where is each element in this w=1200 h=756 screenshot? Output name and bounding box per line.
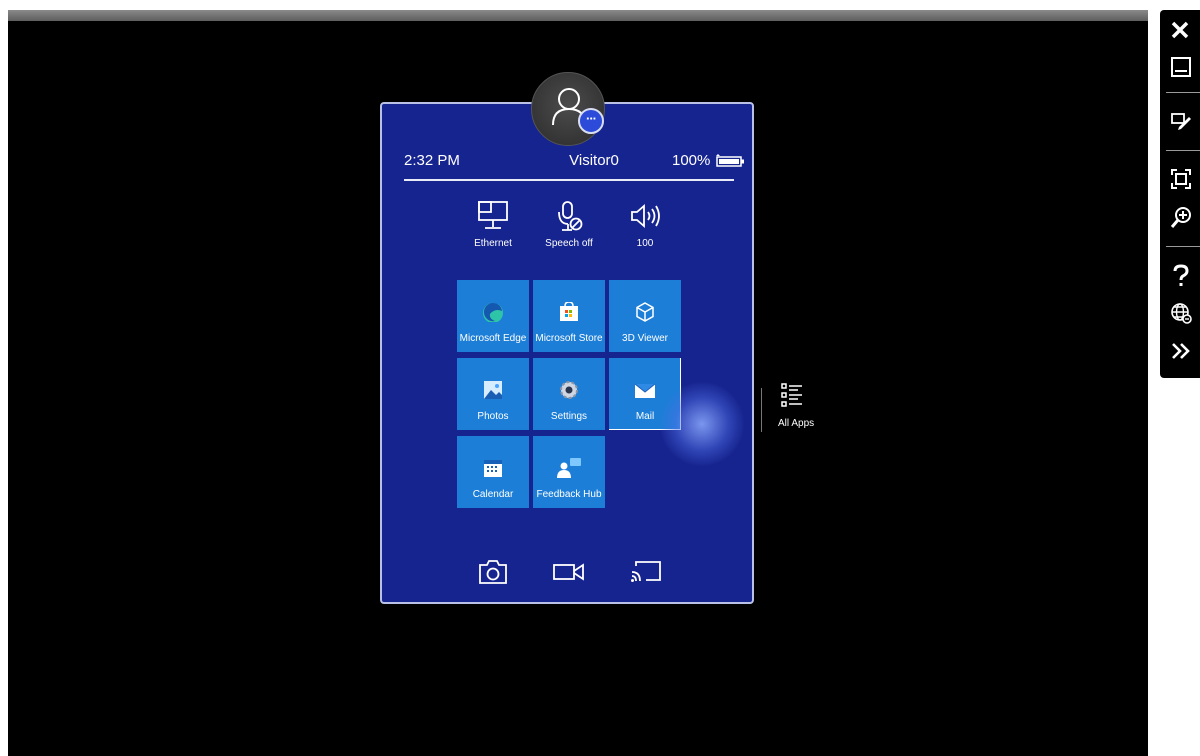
status-divider (404, 179, 734, 181)
fit-button[interactable] (1160, 160, 1200, 196)
edit-icon (1171, 113, 1191, 130)
help-button[interactable] (1160, 256, 1200, 292)
toolbar-separator (1166, 150, 1200, 151)
edit-button[interactable] (1160, 102, 1200, 138)
globe-icon (1171, 303, 1192, 324)
language-button[interactable] (1160, 294, 1200, 330)
tile-feedback-hub[interactable]: Feedback Hub (533, 436, 605, 508)
battery-icon (716, 154, 744, 167)
volume-icon (631, 204, 660, 228)
viewport-title-bar (8, 10, 1148, 21)
tile-microsoft-edge[interactable]: Microsoft Edge (457, 280, 529, 352)
store-icon (560, 302, 578, 321)
ethernet-icon (478, 201, 508, 229)
tile-photos[interactable]: Photos (457, 358, 529, 430)
tile-calendar[interactable]: Calendar (457, 436, 529, 508)
tile-label: Calendar (472, 489, 514, 500)
tile-microsoft-store[interactable]: Microsoft Store (533, 280, 605, 352)
tile-label: Microsoft Edge (459, 333, 527, 344)
zoom-button[interactable] (1160, 198, 1200, 234)
list-icon (781, 383, 802, 407)
quick-label: 100 (636, 238, 654, 249)
battery-percent: 100% (672, 152, 711, 169)
tile-label: Photos (477, 411, 509, 422)
tile-settings[interactable]: Settings (533, 358, 605, 430)
help-icon (1173, 264, 1189, 286)
edge-icon (483, 302, 503, 322)
expand-button[interactable] (1160, 332, 1200, 368)
tile-label: Microsoft Store (535, 333, 603, 344)
user-name[interactable]: Visitor0 (544, 152, 644, 169)
quick-label: Speech off (545, 238, 593, 249)
quick-speech[interactable]: Speech off (534, 200, 604, 249)
start-menu: 2:32 PM Visitor0 100% Ethernet Speech of… (380, 102, 754, 604)
toolbar-separator (1166, 246, 1200, 247)
video-icon[interactable] (553, 562, 585, 582)
camera-icon[interactable] (478, 559, 508, 585)
cube-icon (636, 302, 654, 322)
toolbar-separator (1166, 92, 1200, 93)
feedback-icon (557, 458, 581, 478)
clock: 2:32 PM (404, 152, 460, 169)
gear-icon (560, 381, 578, 399)
tile-label: 3D Viewer (622, 333, 668, 344)
all-apps-divider (761, 388, 762, 432)
all-apps-label: All Apps (778, 418, 815, 429)
calendar-icon (484, 460, 502, 477)
zoom-icon (1170, 207, 1191, 228)
cast-icon[interactable] (630, 560, 662, 584)
remote-toolbar (1160, 10, 1200, 378)
photos-icon (484, 381, 502, 399)
all-apps-button[interactable]: All Apps (758, 382, 838, 436)
tile-3d-viewer[interactable]: 3D Viewer (609, 280, 681, 352)
status-row: 2:32 PM Visitor0 100% (404, 152, 744, 172)
tile-label: Feedback Hub (536, 489, 602, 500)
microphone-off-icon (558, 201, 583, 231)
expand-icon (1172, 343, 1190, 359)
tile-label: Settings (550, 411, 588, 422)
fit-icon (1171, 169, 1191, 189)
minimize-icon (1171, 57, 1191, 77)
more-options-icon[interactable]: ··· (578, 108, 604, 134)
quick-ethernet[interactable]: Ethernet (458, 200, 528, 249)
quick-label: Ethernet (474, 238, 512, 249)
minimize-button[interactable] (1160, 48, 1200, 84)
hand-ray-cursor (660, 382, 744, 466)
close-button[interactable] (1160, 12, 1200, 48)
close-icon (1171, 21, 1189, 39)
quick-volume[interactable]: 100 (610, 200, 680, 249)
